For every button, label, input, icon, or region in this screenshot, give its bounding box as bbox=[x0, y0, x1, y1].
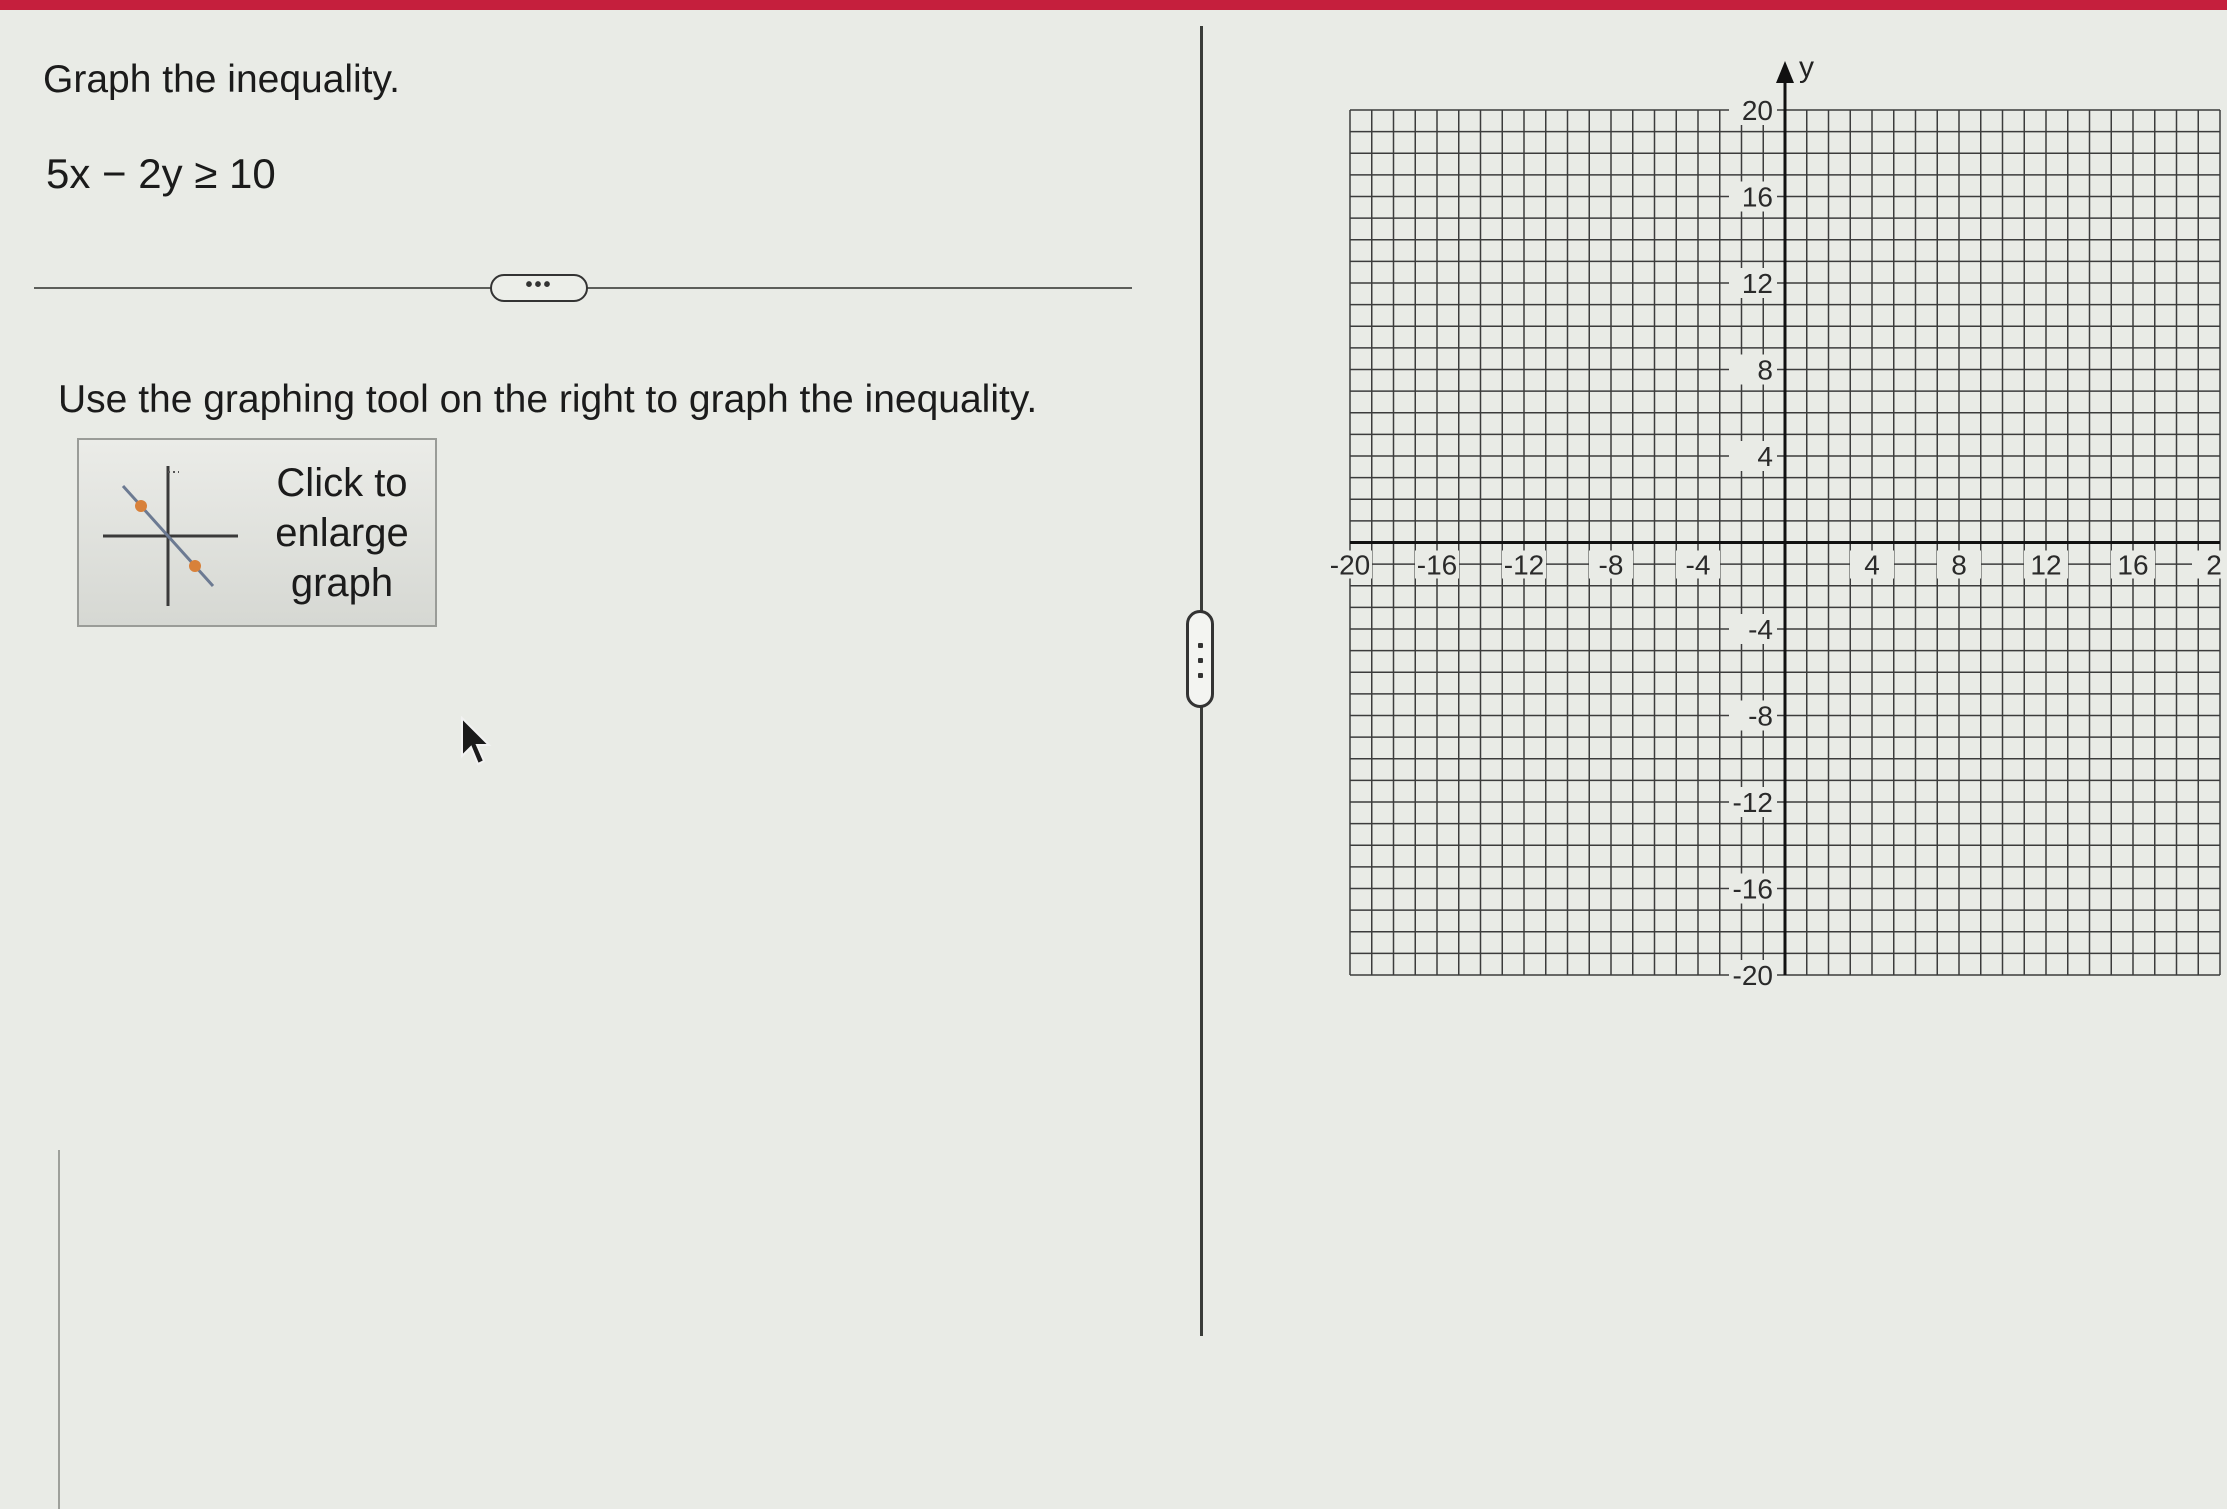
x-tick-label: -20 bbox=[1330, 550, 1370, 581]
enlarge-label-line: Click to bbox=[276, 461, 408, 505]
y-tick-label: -4 bbox=[1748, 614, 1773, 645]
show-more-button[interactable]: ••• bbox=[490, 274, 588, 302]
inequality-expression: 5x − 2y ≥ 10 bbox=[46, 150, 276, 197]
y-axis-label: y bbox=[1799, 55, 1814, 84]
x-tick-label: -12 bbox=[1504, 550, 1544, 581]
y-tick-label: -8 bbox=[1748, 701, 1773, 732]
x-tick-label: 12 bbox=[2030, 550, 2061, 581]
y-tick-label: -16 bbox=[1733, 874, 1773, 905]
x-tick-label: 4 bbox=[1864, 550, 1880, 581]
top-accent-bar bbox=[0, 0, 2227, 10]
question-panel: Graph the inequality. 5x − 2y ≥ 10 ••• U… bbox=[0, 10, 1200, 1509]
y-tick-label: -12 bbox=[1733, 787, 1773, 818]
y-tick-label: 12 bbox=[1742, 268, 1773, 299]
x-tick-label: 16 bbox=[2117, 550, 2148, 581]
y-tick-label: 20 bbox=[1742, 95, 1773, 126]
enlarge-graph-button[interactable]: Click to enlarge graph bbox=[77, 438, 437, 627]
enlarge-label-line: graph bbox=[290, 561, 394, 605]
x-tick-label: -16 bbox=[1417, 550, 1457, 581]
y-tick-label: -20 bbox=[1733, 960, 1773, 991]
panel-resize-handle[interactable] bbox=[1186, 610, 1214, 708]
x-tick-label: 8 bbox=[1951, 550, 1967, 581]
x-tick-label: 2 bbox=[2206, 550, 2222, 581]
graph-thumbnail-icon bbox=[103, 466, 238, 606]
y-tick-label: 16 bbox=[1742, 182, 1773, 213]
y-axis-arrow-icon bbox=[1776, 61, 1794, 83]
x-tick-label: -4 bbox=[1686, 550, 1711, 581]
question-title: Graph the inequality. bbox=[43, 58, 400, 101]
enlarge-label-line: enlarge bbox=[275, 511, 409, 555]
y-tick-label: 8 bbox=[1757, 355, 1773, 386]
mouse-pointer-icon bbox=[461, 716, 492, 766]
graphing-area[interactable]: y -20 -16 -12 -8 -4 4 8 12 16 2 20 16 12 8 4 -4 -8 -12 -16… bbox=[1320, 55, 2227, 1000]
window-edge bbox=[58, 1150, 60, 1509]
y-tick-label: 4 bbox=[1757, 441, 1773, 472]
enlarge-graph-label: Click to enlarge graph bbox=[257, 458, 427, 608]
instruction-text: Use the graphing tool on the right to gr… bbox=[58, 378, 1038, 421]
x-tick-label: -8 bbox=[1599, 550, 1624, 581]
